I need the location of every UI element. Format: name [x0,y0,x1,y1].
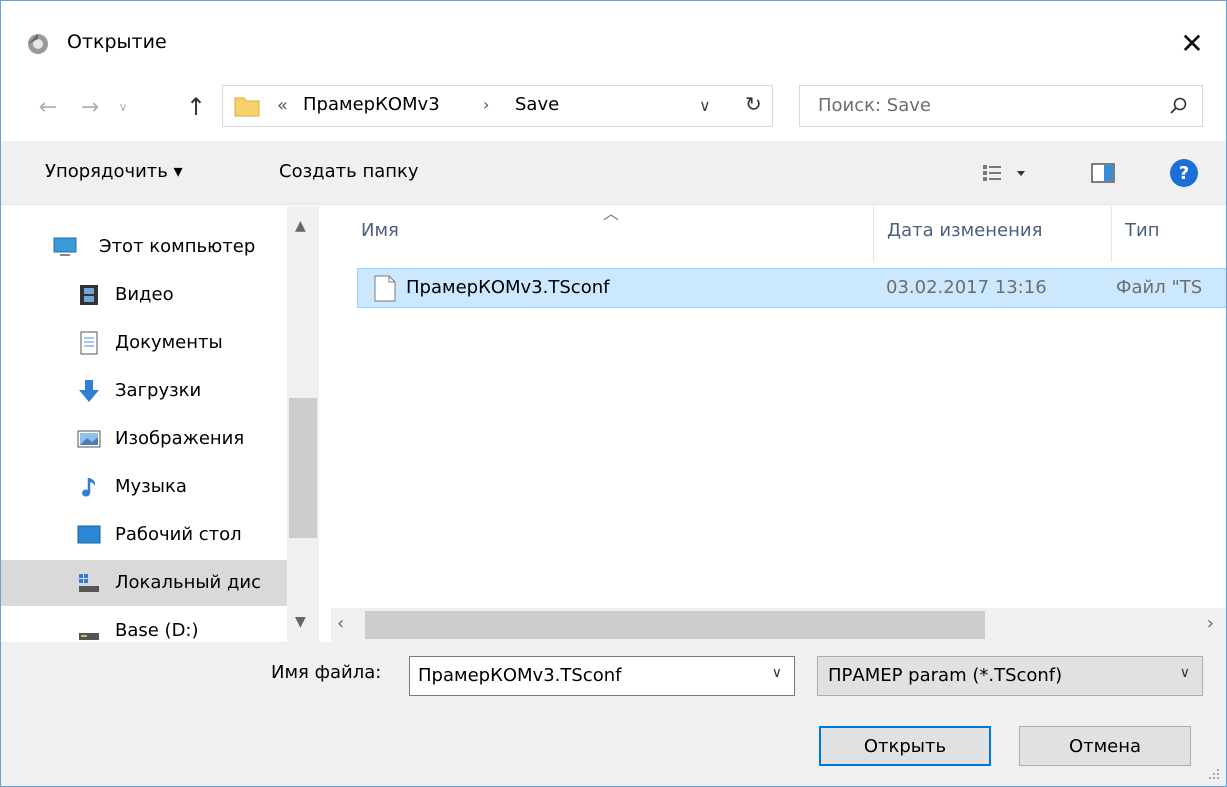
downloads-icon [79,380,99,402]
back-button[interactable]: ← [33,87,63,127]
table-row[interactable]: ПрамерКОМv3.TSconf 03.02.2017 13:16 Файл… [357,268,1226,308]
preview-pane-icon[interactable] [1091,163,1115,183]
help-icon: ? [1178,162,1190,184]
address-overflow-chevron[interactable]: « [277,95,288,116]
sidebar-item-label: Документы [115,332,223,353]
scroll-left-icon[interactable]: ‹ [337,613,344,634]
filename-label: Имя файла: [271,662,382,683]
sidebar-item-videos[interactable]: Видео [1,272,287,318]
sidebar-item-desktop[interactable]: Рабочий стол [1,512,287,558]
horizontal-scrollbar[interactable]: ‹ › [331,608,1226,642]
breadcrumb-segment-1[interactable]: ПрамерКОМv3 [303,94,440,115]
sidebar-item-this-pc[interactable]: Этот компьютер [1,224,287,270]
open-button[interactable]: Открыть [819,726,991,766]
file-date: 03.02.2017 13:16 [886,277,1047,298]
scrollbar-thumb[interactable] [289,398,317,538]
breadcrumb-separator[interactable]: › [483,95,489,114]
file-type: Файл "TS [1116,277,1203,298]
column-header-type[interactable]: Тип [1125,220,1159,241]
sidebar-item-label: Изображения [115,428,245,449]
column-divider[interactable] [1111,206,1112,262]
column-divider[interactable] [873,206,874,262]
file-icon [374,275,396,302]
desktop-icon [77,525,101,544]
chevron-down-icon: ∨ [118,100,128,114]
scrollbar-thumb[interactable] [365,611,985,639]
sidebar-item-downloads[interactable]: Загрузки [1,368,287,414]
pictures-icon [77,430,101,448]
cancel-button-label: Отмена [1068,735,1142,757]
video-icon [80,285,98,305]
organize-button[interactable]: Упорядочить ▾ [45,161,183,182]
window-title: Открытие [67,31,167,53]
sidebar-item-label: Рабочий стол [115,524,242,545]
local-disk-icon [79,574,99,592]
sidebar-item-pictures[interactable]: Изображения [1,416,287,462]
open-file-dialog: Открытие ✕ ← → ∨ ↑ « ПрамерКОМv3 › Save … [0,0,1227,787]
scroll-down-icon[interactable]: ▼ [295,614,306,630]
navigation-scrollbar[interactable]: ▲ ▼ [287,206,319,642]
search-placeholder: Поиск: Save [818,95,931,116]
chevron-down-icon[interactable]: ∨ [772,665,782,681]
close-icon: ✕ [1180,26,1204,60]
arrow-left-icon: ← [38,94,58,120]
command-toolbar: Упорядочить ▾ Создать папку ? [1,141,1226,205]
arrow-up-icon: ↑ [185,93,207,121]
open-button-label: Открыть [863,735,947,757]
up-button[interactable]: ↑ [181,87,211,127]
sidebar-item-base-d[interactable]: Base (D:) [1,608,287,642]
chevron-down-icon: ∨ [1179,665,1190,681]
file-list: ︿ Имя Дата изменения Тип ПрамерКОМv3.TSc… [331,206,1226,642]
filename-value: ПрамерКОМv3.TSconf [418,665,622,686]
sidebar-item-label: Музыка [115,476,187,497]
filename-input[interactable]: ПрамерКОМv3.TSconf ∨ [409,656,795,696]
sidebar-item-documents[interactable]: Документы [1,320,287,366]
navigation-pane: Этот компьютер Видео Документы Загрузки [1,206,319,642]
sort-ascending-icon: ︿ [603,206,620,223]
scroll-right-icon[interactable]: › [1207,613,1214,634]
search-box[interactable]: Поиск: Save [799,85,1203,127]
sidebar-item-label: Этот компьютер [99,236,256,257]
documents-icon [80,331,98,355]
sidebar-item-local-disk[interactable]: Локальный дис [1,560,287,606]
help-button[interactable]: ? [1170,159,1198,187]
folder-icon [234,97,260,117]
cancel-button[interactable]: Отмена [1019,726,1191,766]
address-dropdown-icon[interactable]: ∨ [699,96,711,115]
computer-icon [53,237,77,256]
file-type-filter[interactable]: ПРАМЕР param (*.TSconf) ∨ [817,656,1203,696]
column-header-name[interactable]: Имя [361,220,399,241]
recent-locations-button[interactable]: ∨ [113,87,133,127]
breadcrumb-segment-2[interactable]: Save [515,94,559,115]
address-bar[interactable]: « ПрамерКОМv3 › Save ∨ ↻ [222,85,773,127]
sidebar-item-label: Загрузки [115,380,202,401]
sidebar-item-label: Локальный дис [115,572,262,593]
app-icon [28,34,48,54]
sidebar-item-music[interactable]: Музыка [1,464,287,510]
music-icon [82,478,96,497]
scroll-up-icon[interactable]: ▲ [295,218,306,234]
arrow-right-icon: → [80,94,100,120]
drive-icon [79,633,99,640]
bottom-panel: Имя файла: ПрамерКОМv3.TSconf ∨ ПРАМЕР p… [1,642,1226,786]
refresh-icon[interactable]: ↻ [745,92,762,116]
new-folder-button[interactable]: Создать папку [279,161,419,182]
column-header-date[interactable]: Дата изменения [887,220,1042,241]
sidebar-item-label: Base (D:) [115,620,199,641]
resize-grip-icon[interactable] [1206,766,1220,780]
title-bar: Открытие ✕ [1,1,1226,81]
view-options-icon[interactable] [981,161,1031,185]
sidebar-item-label: Видео [115,284,174,305]
forward-button[interactable]: → [75,87,105,127]
search-icon[interactable] [1168,96,1188,116]
close-button[interactable]: ✕ [1172,23,1212,63]
file-name: ПрамерКОМv3.TSconf [406,277,610,298]
filter-value: ПРАМЕР param (*.TSconf) [828,665,1063,686]
